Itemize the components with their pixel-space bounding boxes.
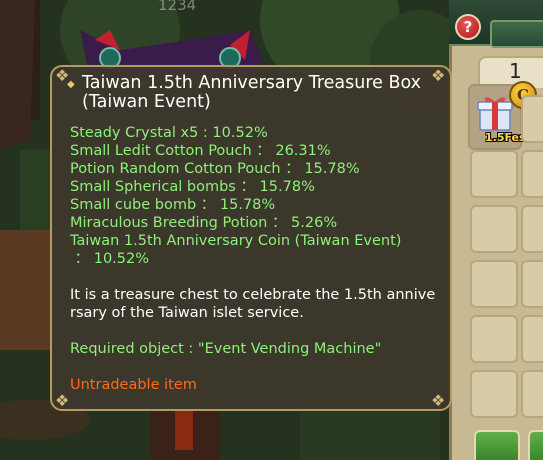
sort-refresh-button[interactable] xyxy=(474,430,520,460)
secondary-action-button[interactable] xyxy=(528,430,543,460)
drop-rate-line: Taiwan 1.5th Anniversary Coin (Taiwan Ev… xyxy=(70,233,402,249)
drop-rate-line: Small Ledit Cotton Pouch ： 26.31% xyxy=(70,143,331,159)
drop-rate-line: Potion Random Cotton Pouch ： 15.78% xyxy=(70,161,360,177)
inventory-slot[interactable] xyxy=(470,260,518,308)
item-slot-label: 1.5Fes xyxy=(485,131,526,144)
overhead-number: 1234 xyxy=(158,0,197,14)
drop-rate-line: Small cube bomb ： 15.78% xyxy=(70,197,276,213)
inventory-slot[interactable] xyxy=(470,205,518,253)
drop-rate-line: Small Spherical bombs ： 15.78% xyxy=(70,179,315,195)
inventory-slot[interactable] xyxy=(470,150,518,198)
tooltip-corner-ornament-icon: ❖ xyxy=(55,391,70,410)
help-button[interactable]: ? xyxy=(455,14,481,40)
game-scene: 1234 ? 1 C 1.5Fes ❖ ❖ ❖ ❖ ◆ Taiwan 1.5th… xyxy=(0,0,543,460)
inventory-slot[interactable] xyxy=(521,370,543,418)
inventory-slot[interactable] xyxy=(521,95,543,143)
required-object: Required object : "Event Vending Machine… xyxy=(70,341,382,357)
tooltip-corner-ornament-icon: ❖ xyxy=(431,391,446,410)
drop-rate-line: ： 10.52% xyxy=(70,251,150,267)
tooltip-body: Steady Crystal x5 : 10.52% Small Ledit C… xyxy=(70,124,436,394)
item-description: It is a treasure chest to celebrate the … xyxy=(70,287,436,321)
inventory-slot[interactable] xyxy=(470,370,518,418)
drop-rate-line: Steady Crystal x5 : 10.52% xyxy=(70,125,268,141)
inventory-slot[interactable] xyxy=(521,260,543,308)
inventory-slot[interactable] xyxy=(521,150,543,198)
inventory-item-count: 1 xyxy=(509,59,522,83)
inventory-slot[interactable] xyxy=(521,315,543,363)
gift-box-icon xyxy=(477,97,513,131)
inventory-tab-button[interactable] xyxy=(490,20,543,48)
inventory-slot[interactable] xyxy=(521,205,543,253)
tradeable-status: Untradeable item xyxy=(70,377,197,393)
drop-rate-line: Miraculous Breeding Potion ： 5.26% xyxy=(70,215,338,231)
item-title: Taiwan 1.5th Anniversary Treasure Box (T… xyxy=(82,73,422,112)
title-bullet-icon: ◆ xyxy=(67,79,75,90)
inventory-slot[interactable] xyxy=(470,315,518,363)
